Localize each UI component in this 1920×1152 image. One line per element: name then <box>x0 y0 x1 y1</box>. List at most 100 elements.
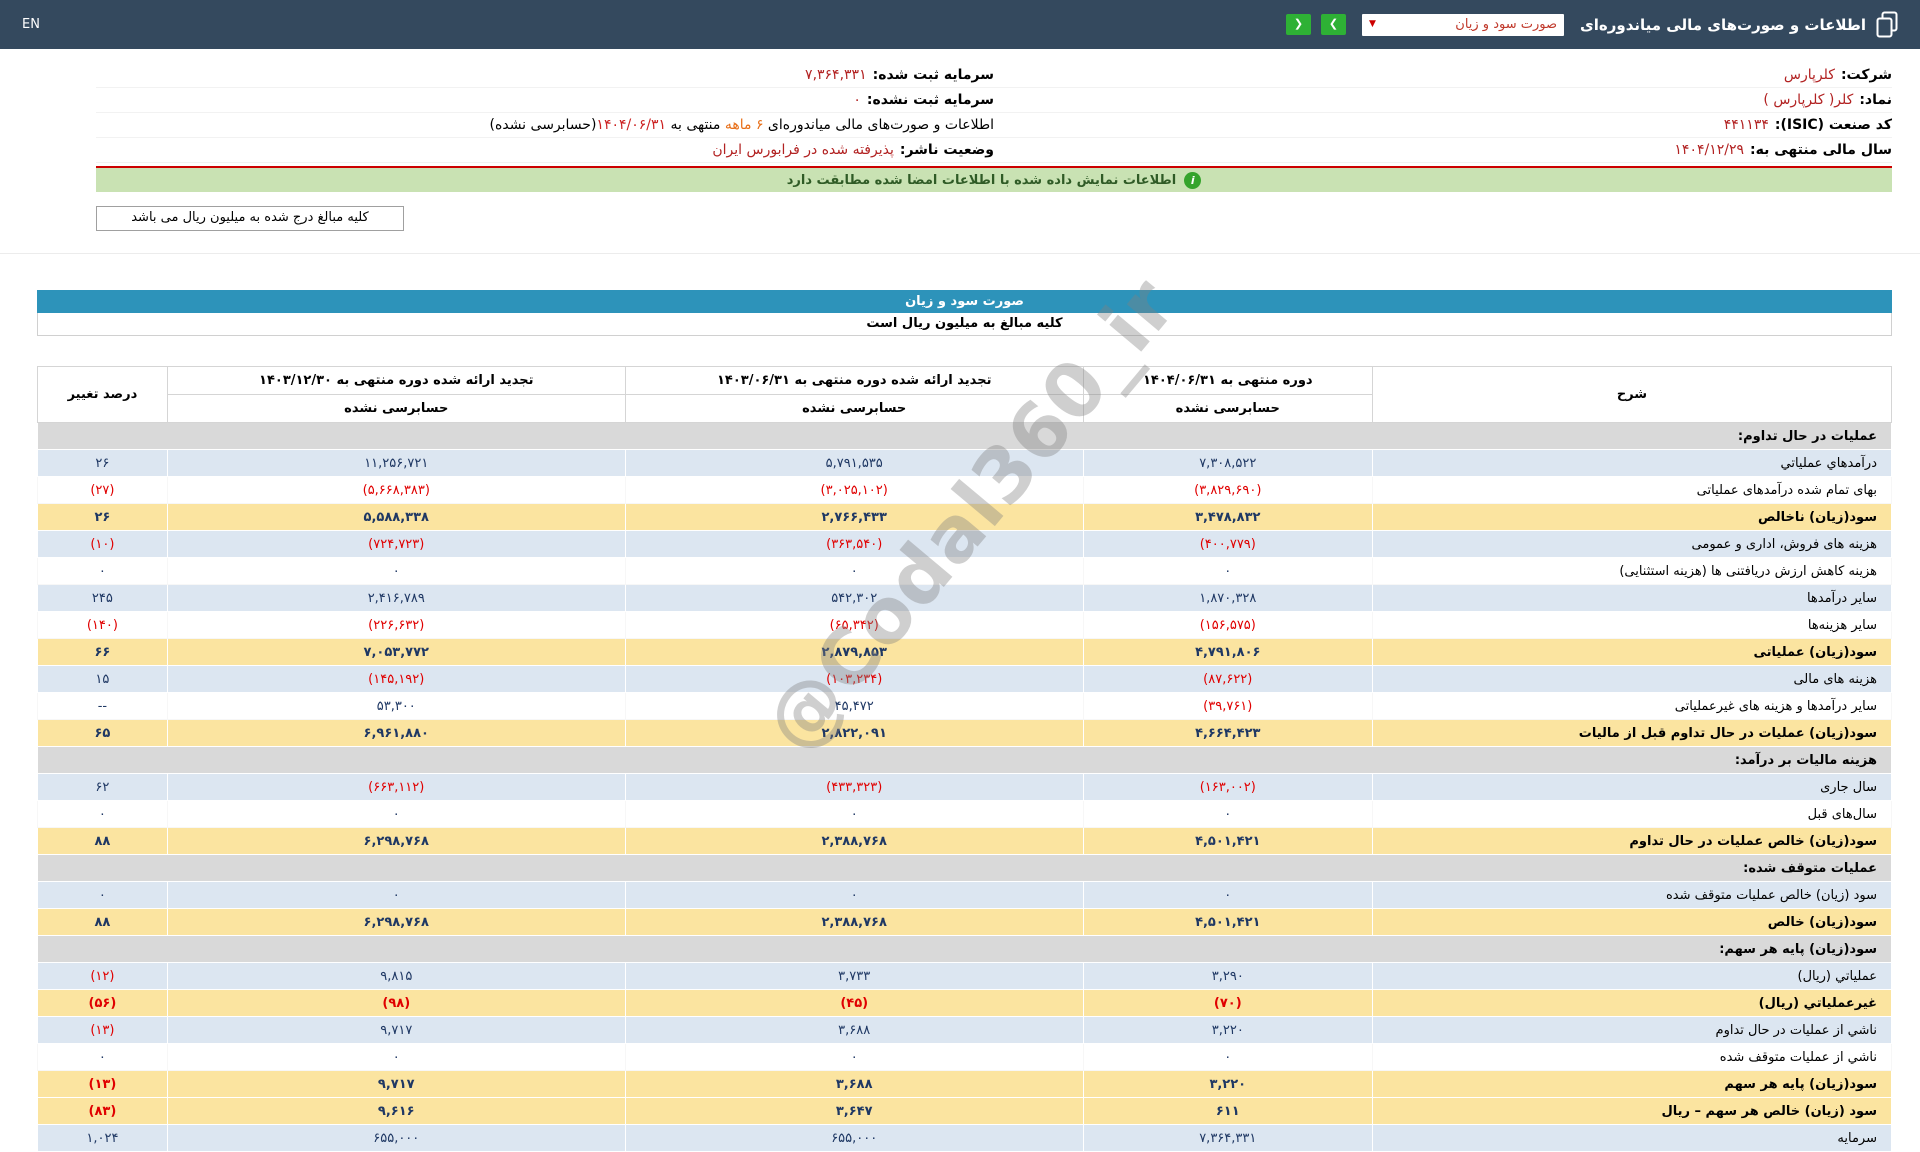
previous-statement-button[interactable]: ❮ <box>1286 14 1312 35</box>
row-label: هزینه کاهش ارزش دریافتنی ها (هزینه استثن… <box>1371 557 1893 585</box>
percent-change-value: (۱۴۰) <box>37 611 168 639</box>
period-value: ۳,۶۸۸ <box>624 1070 1084 1098</box>
field-label: شرکت: <box>1840 67 1892 83</box>
period-value: ۰ <box>1082 881 1373 909</box>
language-toggle-en[interactable]: EN <box>22 17 40 32</box>
period-value: (۳,۸۲۹,۶۹۰) <box>1082 476 1373 504</box>
table-row: سایر درآمدها ۱,۸۷۰,۳۲۸ ۵۴۲,۳۰۲ ۲,۴۱۶,۷۸۹ ۲۴۵ <box>37 584 1893 612</box>
row-label: درآمدهاي عملياتي <box>1371 449 1893 477</box>
row-label: سود(زیان) خالص عملیات در حال تداوم <box>1371 827 1893 855</box>
period-value: (۲۲۶,۶۳۲) <box>166 611 626 639</box>
period-value: ۶۱۱ <box>1082 1097 1373 1125</box>
section-header-label: سود(زیان) پایه هر سهم: <box>37 935 1892 963</box>
period-value: ۵۳,۳۰۰ <box>166 692 626 720</box>
period-value: ۹,۷۱۷ <box>166 1016 626 1044</box>
percent-change-value: (۱۰) <box>37 530 168 558</box>
percent-change-value: (۱۲) <box>37 962 168 990</box>
next-statement-button[interactable]: ❯ <box>1321 14 1347 35</box>
page-title: اطلاعات و صورت‌های مالی میاندوره‌ای <box>1580 15 1866 34</box>
period-value: ۶,۹۶۱,۸۸۰ <box>166 719 626 747</box>
percent-change-value: ۸۸ <box>37 827 168 855</box>
col-header-period-current: دوره منتهی به ۱۴۰۴/۰۶/۳۱ <box>1082 366 1373 395</box>
table-row: هزینه کاهش ارزش دریافتنی ها (هزینه استثن… <box>37 557 1893 585</box>
statement-type-dropdown-value: صورت سود و زیان <box>1455 17 1558 32</box>
section-header-row: هزینه مالیات بر درآمد: <box>37 746 1892 774</box>
period-value: ۱,۸۷۰,۳۲۸ <box>1082 584 1373 612</box>
percent-change-value: -- <box>37 692 168 720</box>
period-value: ۰ <box>624 800 1084 828</box>
row-label: عملياتي (ريال) <box>1371 962 1893 990</box>
row-label: سایر درآمدها <box>1371 584 1893 612</box>
field-value: ۱۴۰۴/۱۲/۲۹ <box>1674 142 1744 158</box>
field-label: وضعیت ناشر: <box>899 142 994 158</box>
period-value: ۰ <box>166 881 626 909</box>
amounts-unit-tab[interactable]: کلیه مبالغ درج شده به میلیون ریال می باش… <box>96 206 404 231</box>
percent-change-value: ۶۶ <box>37 638 168 666</box>
row-label: سود(زیان) ناخالص <box>1371 503 1893 531</box>
signature-match-text: اطلاعات نمایش داده شده با اطلاعات امضا ش… <box>786 172 1177 188</box>
period-value: ۴۵,۴۷۲ <box>624 692 1084 720</box>
table-row: غیرعملیاتي (ریال) (۷۰) (۴۵) (۹۸) (۵۶) <box>37 989 1893 1017</box>
percent-change-value: (۵۶) <box>37 989 168 1017</box>
field-value: کلرپارس <box>1783 67 1835 83</box>
col-subheader-unaudited-2: حسابرسی نشده <box>166 394 626 423</box>
period-value: ۵,۵۸۸,۳۳۸ <box>166 503 626 531</box>
period-value: ۰ <box>624 1043 1084 1071</box>
company-info-cell-left: وضعیت ناشر: پذیرفته شده در فرابورس ایران <box>96 142 994 158</box>
table-row: سایر هزینه‌ها (۱۵۶,۵۷۵) (۶۵,۳۴۲) (۲۲۶,۶۳۲)(… <box>37 611 1893 639</box>
page: { "topbar": { "en_label": "EN", "title":… <box>0 0 1920 1152</box>
table-row: سال جاری (۱۶۳,۰۰۲) (۴۳۳,۳۲۳) (۶۶۳,۱۱۲) ۶۲ <box>37 773 1893 801</box>
period-value: ۹,۶۱۶ <box>166 1097 626 1125</box>
period-value: (۱۵۶,۵۷۵) <box>1082 611 1373 639</box>
row-label: سود(زیان) خالص <box>1371 908 1893 936</box>
period-value: (۸۷,۶۲۲) <box>1082 665 1373 693</box>
table-row: سایر درآمدها و هزینه های غیرعملیاتی (۳۹,۷… <box>37 692 1893 720</box>
section-divider <box>0 253 1920 254</box>
statement-type-dropdown[interactable]: صورت سود و زیان ▼ <box>1362 13 1565 36</box>
period-value: ۷,۳۰۸,۵۲۲ <box>1082 449 1373 477</box>
percent-change-value: ۲۶ <box>37 449 168 477</box>
period-value: (۳,۰۲۵,۱۰۲) <box>624 476 1084 504</box>
section-header-label: عملیات متوقف شده: <box>37 854 1892 882</box>
field-label: سرمایه ثبت شده: <box>872 67 994 83</box>
field-label: کد صنعت (ISIC): <box>1774 117 1892 133</box>
period-value: ۲,۳۸۸,۷۶۸ <box>624 908 1084 936</box>
row-label: سود(زیان) پایه هر سهم <box>1371 1070 1893 1098</box>
period-value: ۲,۳۸۸,۷۶۸ <box>624 827 1084 855</box>
row-label: سود (زیان) خالص هر سهم – ریال <box>1371 1097 1893 1125</box>
period-value: ۴,۷۹۱,۸۰۶ <box>1082 638 1373 666</box>
col-header-period-restated-1: تجدید ارائه شده دوره منتهی به ۱۴۰۳/۰۶/۳۱ <box>624 366 1084 395</box>
period-value: (۳۹,۷۶۱) <box>1082 692 1373 720</box>
topbar: اطلاعات و صورت‌های مالی میاندوره‌ای صورت… <box>0 0 1920 49</box>
section-header-label: عملیات در حال تداوم: <box>37 422 1892 450</box>
company-info-cell-right: کد صنعت (ISIC): ۴۴۱۱۳۴ <box>994 117 1892 133</box>
row-label: ناشي از عملیات متوقف شده <box>1371 1043 1893 1071</box>
period-value: (۵,۶۶۸,۳۸۳) <box>166 476 626 504</box>
field-text-segment: (حسابرسی نشده) <box>489 117 597 133</box>
field-value: ۰ <box>853 92 861 108</box>
percent-change-value: (۱۳) <box>37 1016 168 1044</box>
info-icon: i <box>1184 171 1202 189</box>
period-value: ۰ <box>166 800 626 828</box>
period-value: ۳,۶۸۸ <box>624 1016 1084 1044</box>
row-label: سود(زیان) عملیات در حال تداوم قبل از مال… <box>1371 719 1893 747</box>
table-row: سود(زیان) عملیات در حال تداوم قبل از مال… <box>37 719 1893 747</box>
table-row: ناشي از عملیات متوقف شده ۰ ۰ ۰ ۰ <box>37 1043 1893 1071</box>
period-value: (۶۵,۳۴۲) <box>624 611 1084 639</box>
period-value: ۲,۴۱۶,۷۸۹ <box>166 584 626 612</box>
table-row: هزینه های فروش، اداری و عمومی (۴۰۰,۷۷۹) (۳… <box>37 530 1893 558</box>
percent-change-value: ۱۵ <box>37 665 168 693</box>
period-value: ۰ <box>1082 557 1373 585</box>
period-value: ۴,۵۰۱,۴۲۱ <box>1082 908 1373 936</box>
report-document-icon <box>1876 11 1898 38</box>
period-value: ۶,۲۹۸,۷۶۸ <box>166 908 626 936</box>
table-row: عملياتي (ريال) ۳,۲۹۰ ۳,۷۳۳ ۹,۸۱۵ (۱۲) <box>37 962 1893 990</box>
statement-title-bar: صورت سود و زیان <box>37 290 1892 313</box>
row-label: هزینه های فروش، اداری و عمومی <box>1371 530 1893 558</box>
period-value: ۳,۷۳۳ <box>624 962 1084 990</box>
period-value: ۶۵۵,۰۰۰ <box>166 1124 626 1152</box>
signature-match-banner: i اطلاعات نمایش داده شده با اطلاعات امضا… <box>96 168 1892 192</box>
row-label: بهای تمام شده درآمدهای عملیاتی <box>1371 476 1893 504</box>
table-row: سود (زیان) خالص عملیات متوقف شده ۰ ۰ ۰ ۰ <box>37 881 1893 909</box>
period-value: ۰ <box>624 557 1084 585</box>
